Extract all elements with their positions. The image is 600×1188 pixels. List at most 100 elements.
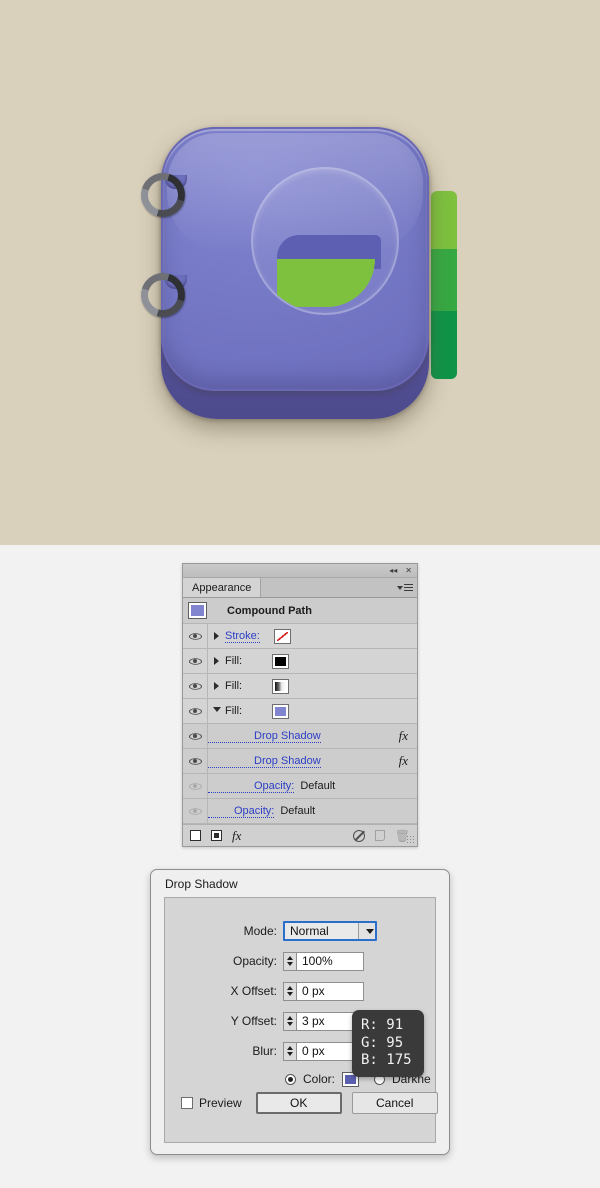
fx-icon[interactable]: fx — [399, 728, 408, 744]
appearance-row-drop-shadow-1[interactable]: Drop Shadow fx — [183, 724, 417, 749]
opacity-label: Opacity: — [232, 954, 277, 968]
chevron-down-icon[interactable] — [358, 923, 375, 939]
row-label-drop-shadow[interactable]: Drop Shadow — [208, 730, 321, 743]
panel-tab-bar: Appearance — [183, 578, 417, 598]
eye-icon — [189, 682, 202, 691]
row-value-opacity: Default — [280, 805, 316, 817]
appearance-row-opacity-object[interactable]: Opacity: Default — [183, 799, 417, 824]
preview-checkbox-wrap[interactable]: Preview — [181, 1096, 242, 1110]
preview-checkbox[interactable] — [181, 1097, 193, 1109]
expand-toggle[interactable] — [208, 657, 225, 665]
notebook-icon — [133, 113, 465, 433]
expand-toggle[interactable] — [208, 682, 225, 690]
fx-icon[interactable]: fx — [399, 753, 408, 769]
visibility-toggle[interactable] — [183, 624, 208, 648]
field-mode: Mode: Normal — [165, 916, 435, 946]
visibility-toggle[interactable] — [183, 649, 208, 673]
close-icon[interactable]: ✕ — [405, 566, 412, 575]
collapse-toggle[interactable] — [208, 706, 225, 716]
eye-icon — [189, 657, 202, 666]
preview-label: Preview — [199, 1096, 242, 1110]
eye-icon — [189, 632, 202, 641]
tab-appearance-label: Appearance — [192, 581, 252, 594]
row-label-opacity[interactable]: Opacity: — [208, 805, 275, 818]
x-offset-stepper[interactable]: 0 px — [283, 981, 364, 1001]
eye-icon-disabled — [189, 807, 202, 816]
mode-select[interactable]: Normal — [283, 921, 377, 941]
tooltip-blue: B: 175 — [361, 1052, 412, 1068]
field-opacity: Opacity: 100% — [165, 946, 435, 976]
collapse-icon[interactable]: ◂◂ — [389, 566, 397, 575]
add-new-stroke-icon[interactable] — [190, 830, 201, 841]
row-label-fill: Fill: — [225, 655, 243, 667]
fill-swatch-black[interactable] — [272, 653, 290, 669]
hamburger-icon — [404, 582, 413, 593]
panel-footer-toolbar: fx 🗑 — [183, 824, 417, 846]
resize-grip[interactable] — [406, 835, 415, 844]
row-label-stroke[interactable]: Stroke: — [225, 630, 260, 643]
x-offset-label: X Offset: — [230, 984, 277, 998]
blur-label: Blur: — [252, 1044, 277, 1058]
visibility-toggle[interactable] — [183, 799, 208, 823]
visibility-toggle[interactable] — [183, 749, 208, 773]
chevron-right-icon — [214, 632, 219, 640]
dialog-button-bar: Preview OK Cancel — [165, 1092, 438, 1114]
eye-icon — [189, 732, 202, 741]
visibility-toggle[interactable] — [183, 774, 208, 798]
clear-appearance-icon[interactable] — [352, 829, 365, 842]
eye-icon-disabled — [189, 782, 202, 791]
stepper-arrows-icon[interactable] — [283, 951, 296, 971]
appearance-panel: ◂◂ ✕ Appearance Compound Path Stroke: Fi… — [182, 563, 418, 847]
target-label: Compound Path — [227, 604, 312, 617]
opacity-stepper[interactable]: 100% — [283, 951, 364, 971]
tab-medium-green — [431, 248, 457, 311]
stepper-arrows-icon[interactable] — [283, 981, 296, 1001]
tooltip-green: G: 95 — [361, 1034, 404, 1051]
notebook-cover — [161, 126, 429, 391]
tooltip-red: R: 91 — [361, 1017, 404, 1033]
eye-icon — [189, 707, 202, 716]
panel-target-row[interactable]: Compound Path — [183, 598, 417, 624]
blue-swatch-icon — [275, 706, 287, 716]
rgb-value-tooltip: R: 91 G: 95 B: 175 — [352, 1010, 424, 1077]
tab-appearance[interactable]: Appearance — [183, 578, 262, 597]
leaf-emblem-circle — [251, 166, 399, 315]
appearance-row-drop-shadow-2[interactable]: Drop Shadow fx — [183, 749, 417, 774]
mode-select-value: Normal — [290, 924, 329, 938]
chevron-down-icon — [212, 706, 221, 716]
chevron-right-icon — [214, 682, 219, 690]
opacity-input[interactable]: 100% — [296, 951, 364, 971]
fill-swatch-gradient[interactable] — [272, 678, 290, 694]
stepper-arrows-icon[interactable] — [283, 1041, 296, 1061]
row-label-drop-shadow[interactable]: Drop Shadow — [208, 755, 321, 768]
x-offset-input[interactable]: 0 px — [296, 981, 364, 1001]
target-thumbnail — [188, 602, 207, 619]
visibility-toggle[interactable] — [183, 699, 208, 723]
row-label-fill: Fill: — [225, 680, 243, 692]
visibility-toggle[interactable] — [183, 724, 208, 748]
y-offset-label: Y Offset: — [230, 1014, 277, 1028]
duplicate-item-icon[interactable] — [374, 830, 385, 841]
stepper-arrows-icon[interactable] — [283, 1011, 296, 1031]
appearance-row-fill-blue[interactable]: Fill: — [183, 699, 417, 724]
tab-dark-green — [431, 310, 457, 379]
tab-light-green — [431, 190, 457, 249]
add-new-fill-icon[interactable] — [211, 830, 222, 841]
expand-toggle[interactable] — [208, 632, 225, 640]
add-effect-fx-icon[interactable]: fx — [232, 828, 241, 844]
row-label-opacity[interactable]: Opacity: — [208, 780, 295, 793]
visibility-toggle[interactable] — [183, 674, 208, 698]
row-label-fill: Fill: — [225, 705, 243, 717]
radio-color[interactable] — [285, 1073, 296, 1085]
appearance-row-stroke[interactable]: Stroke: — [183, 624, 417, 649]
stroke-swatch[interactable] — [273, 628, 291, 644]
cancel-button[interactable]: Cancel — [351, 1092, 438, 1114]
ok-button[interactable]: OK — [255, 1092, 342, 1114]
appearance-row-fill-black[interactable]: Fill: — [183, 649, 417, 674]
appearance-row-fill-gradient[interactable]: Fill: — [183, 674, 417, 699]
appearance-row-opacity-nested[interactable]: Opacity: Default — [183, 774, 417, 799]
panel-menu-icon[interactable] — [397, 582, 413, 593]
fill-swatch-blue[interactable] — [272, 703, 290, 719]
none-swatch-icon — [276, 631, 288, 641]
radio-color-label: Color: — [303, 1072, 336, 1086]
